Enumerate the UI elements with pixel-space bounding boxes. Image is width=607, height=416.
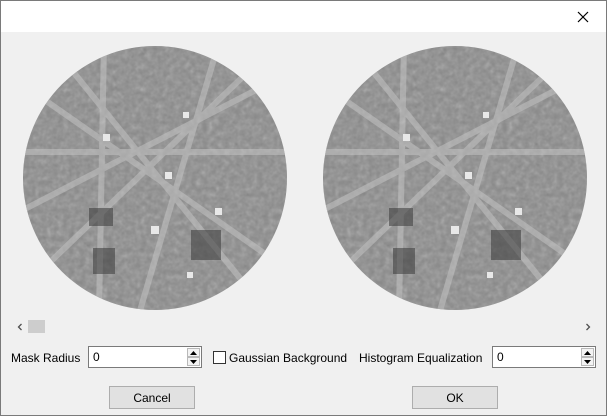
arrow-up-icon bbox=[190, 350, 197, 355]
histogram-down-button[interactable] bbox=[581, 357, 594, 366]
gaussian-background-label[interactable]: Gaussian Background bbox=[229, 351, 347, 365]
chevron-left-icon bbox=[17, 323, 22, 330]
horizontal-scrollbar[interactable] bbox=[11, 318, 596, 335]
histogram-equalization-label: Histogram Equalization bbox=[359, 351, 483, 365]
ok-button[interactable]: OK bbox=[412, 386, 498, 409]
dialog-window: Mask Radius 0 Gaussian Background Histog… bbox=[0, 0, 607, 416]
title-bar bbox=[1, 1, 606, 32]
pattern-view-area bbox=[1, 32, 606, 315]
mask-radius-down-button[interactable] bbox=[187, 357, 200, 366]
arrow-down-icon bbox=[190, 359, 197, 364]
chevron-right-icon bbox=[585, 323, 590, 330]
settings-row: Mask Radius 0 Gaussian Background Histog… bbox=[1, 344, 606, 372]
gaussian-background-checkbox[interactable] bbox=[213, 351, 226, 364]
close-button[interactable] bbox=[560, 1, 606, 32]
histogram-up-button[interactable] bbox=[581, 348, 594, 357]
cancel-button-label: Cancel bbox=[133, 390, 171, 405]
arrow-down-icon bbox=[584, 359, 591, 364]
close-icon bbox=[577, 11, 589, 22]
scroll-left-button[interactable] bbox=[11, 318, 28, 335]
histogram-equalization-spinbox[interactable]: 0 bbox=[492, 346, 596, 368]
scroll-right-button[interactable] bbox=[579, 318, 596, 335]
pattern-image-processed bbox=[323, 46, 587, 310]
histogram-equalization-value[interactable]: 0 bbox=[497, 350, 504, 364]
arrow-up-icon bbox=[584, 350, 591, 355]
mask-radius-label: Mask Radius bbox=[11, 351, 81, 365]
pattern-image-original bbox=[23, 46, 287, 310]
mask-radius-spinbox[interactable]: 0 bbox=[88, 346, 202, 368]
mask-radius-value[interactable]: 0 bbox=[93, 350, 100, 364]
ok-button-label: OK bbox=[446, 390, 464, 405]
scroll-thumb[interactable] bbox=[28, 320, 45, 333]
cancel-button[interactable]: Cancel bbox=[109, 386, 195, 409]
mask-radius-up-button[interactable] bbox=[187, 348, 200, 357]
